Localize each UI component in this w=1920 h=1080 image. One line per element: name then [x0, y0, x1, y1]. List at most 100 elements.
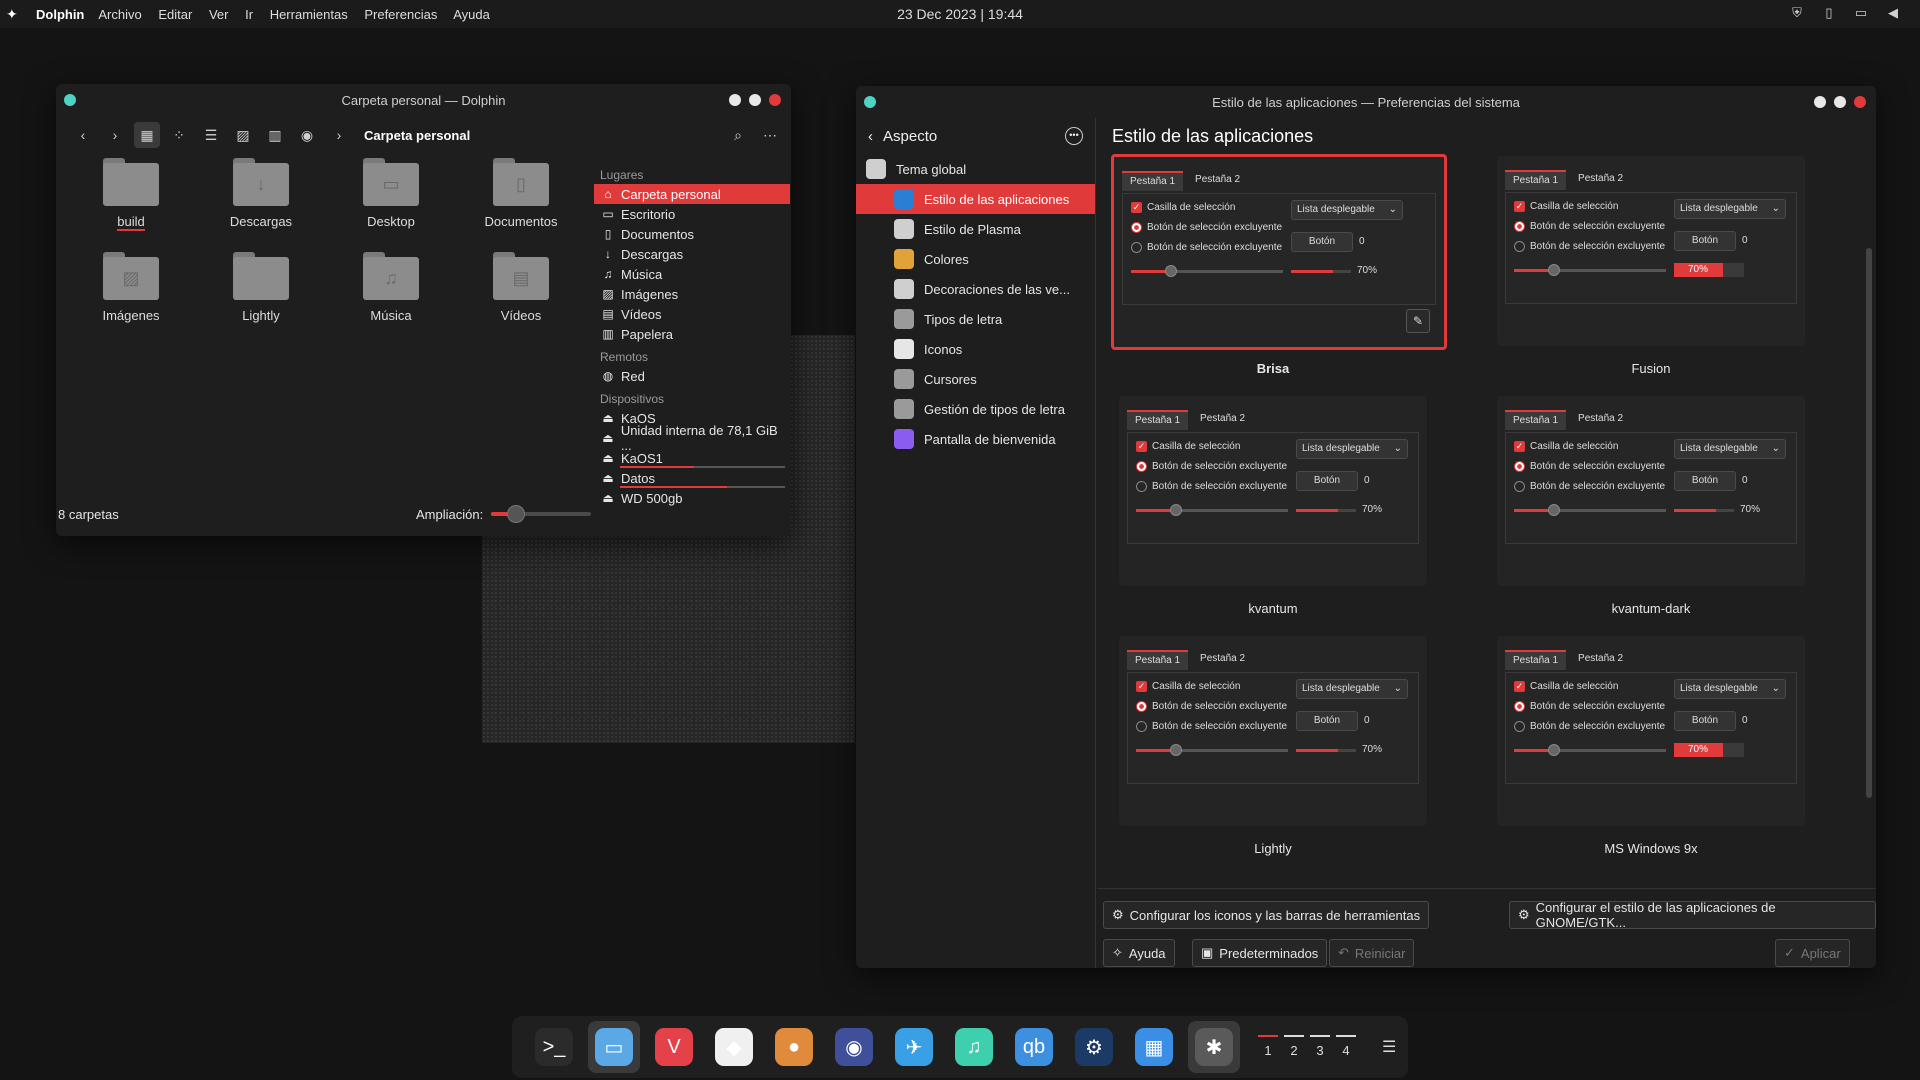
- breadcrumb[interactable]: Carpeta personal: [364, 128, 470, 143]
- gimp-icon[interactable]: ●: [768, 1021, 820, 1073]
- folder-item[interactable]: Lightly: [206, 252, 316, 323]
- pin-icon[interactable]: [64, 94, 76, 106]
- kdeconnect-icon[interactable]: ✈: [888, 1021, 940, 1073]
- menu-editar[interactable]: Editar: [158, 7, 192, 22]
- clock-text[interactable]: 23 Dec 2023 | 19:44: [897, 6, 1023, 22]
- place-trash[interactable]: ▥ Papelera: [594, 324, 790, 344]
- shield-icon[interactable]: ⛨: [1788, 4, 1806, 22]
- menu-ir[interactable]: Ir: [245, 7, 253, 22]
- desktop-2[interactable]: 2: [1284, 1034, 1304, 1058]
- network-icon[interactable]: ▭: [1852, 4, 1870, 22]
- sidebar-item-icons[interactable]: Iconos: [856, 334, 1095, 364]
- search-icon[interactable]: ⌕: [725, 122, 751, 148]
- volume-icon[interactable]: ◀: [1884, 4, 1902, 22]
- place-network[interactable]: ◍ Red: [594, 366, 790, 386]
- style-card[interactable]: Pestaña 1 Pestaña 2 ✓ Casilla de selección B…: [1109, 154, 1447, 396]
- device-item[interactable]: ⏏ Unidad interna de 78,1 GiB ...: [594, 423, 790, 453]
- close-button[interactable]: [769, 94, 781, 106]
- sidebar-item-splash[interactable]: Pantalla de bienvenida: [856, 424, 1095, 454]
- style-card[interactable]: Pestaña 1 Pestaña 2 ✓ Casilla de selección B…: [1109, 396, 1437, 636]
- menu-preferencias[interactable]: Preferencias: [364, 7, 437, 22]
- minimize-button[interactable]: [1814, 96, 1826, 108]
- details-view-icon[interactable]: ☰: [198, 122, 224, 148]
- discover-icon[interactable]: ▦: [1128, 1021, 1180, 1073]
- folder-item[interactable]: ↓ Descargas: [206, 158, 316, 229]
- help-button[interactable]: ✧ Ayuda: [1103, 939, 1175, 967]
- back-icon[interactable]: ‹: [868, 128, 873, 145]
- menu-ayuda[interactable]: Ayuda: [453, 7, 490, 22]
- defaults-button[interactable]: ▣ Predeterminados: [1192, 939, 1328, 967]
- icons-view-icon[interactable]: ▦: [134, 122, 160, 148]
- forward-icon[interactable]: ›: [102, 122, 128, 148]
- style-card[interactable]: Pestaña 1 Pestaña 2 ✓ Casilla de selección B…: [1109, 636, 1437, 876]
- desktop-4[interactable]: 4: [1336, 1034, 1356, 1058]
- place-home[interactable]: ⌂ Carpeta personal: [594, 184, 790, 204]
- style-card[interactable]: Pestaña 1 Pestaña 2 ✓ Casilla de selección B…: [1487, 396, 1815, 636]
- inkscape-icon[interactable]: ◆: [708, 1021, 760, 1073]
- terminal-icon[interactable]: >_: [528, 1021, 580, 1073]
- minimize-button[interactable]: [729, 94, 741, 106]
- menu-herramientas[interactable]: Herramientas: [270, 7, 348, 22]
- desktop-3[interactable]: 3: [1310, 1034, 1330, 1058]
- sidebar-item-font-management[interactable]: Gestión de tipos de letra: [856, 394, 1095, 424]
- maximize-button[interactable]: [1834, 96, 1846, 108]
- folder-item[interactable]: ▭ Desktop: [336, 158, 446, 229]
- apply-button[interactable]: ✓ Aplicar: [1775, 939, 1850, 967]
- style-card[interactable]: Pestaña 1 Pestaña 2 ✓ Casilla de selección B…: [1487, 156, 1815, 396]
- audio-app-icon[interactable]: ◉: [828, 1021, 880, 1073]
- place-pictures[interactable]: ▨ Imágenes: [594, 284, 790, 304]
- menu-archivo[interactable]: Archivo: [98, 7, 141, 22]
- sidebar-item-app-style[interactable]: Estilo de las aplicaciones: [856, 184, 1095, 214]
- compact-view-icon[interactable]: ⁘: [166, 122, 192, 148]
- close-button[interactable]: [1854, 96, 1866, 108]
- device-item[interactable]: ⏏ WD 500gb: [594, 488, 790, 508]
- sidebar-item-global-theme[interactable]: Tema global: [856, 154, 1095, 184]
- configure-icons-toolbars-button[interactable]: ⚙ Configurar los iconos y las barras de h…: [1103, 901, 1430, 929]
- sidebar-item-window-decorations[interactable]: Decoraciones de las ve...: [856, 274, 1095, 304]
- split-view-icon[interactable]: ▥: [262, 122, 288, 148]
- device-item[interactable]: ⏏ Datos: [594, 468, 790, 488]
- style-card[interactable]: Pestaña 1 Pestaña 2 ✓ Casilla de selección B…: [1487, 636, 1815, 876]
- sidebar-item-plasma-style[interactable]: Estilo de Plasma: [856, 214, 1095, 244]
- file-manager-icon[interactable]: ▭: [588, 1021, 640, 1073]
- back-icon[interactable]: ‹: [70, 122, 96, 148]
- back-label[interactable]: Aspecto: [883, 128, 937, 145]
- zoom-slider[interactable]: [491, 505, 592, 523]
- edit-icon[interactable]: ✎: [1406, 309, 1430, 333]
- scrollbar[interactable]: [1866, 248, 1872, 798]
- menu-icon[interactable]: ⋯: [757, 122, 783, 148]
- file-view[interactable]: build ↓ Descargas ▭ Desktop ▯ Documentos ▨ I…: [56, 154, 591, 494]
- music-icon[interactable]: ♫: [948, 1021, 1000, 1073]
- menu-ver[interactable]: Ver: [209, 7, 229, 22]
- folder-item[interactable]: ▤ Vídeos: [466, 252, 576, 323]
- configure-gtk-button[interactable]: ⚙ Configurar el estilo de las aplicacione…: [1509, 900, 1876, 930]
- folder-item[interactable]: ♫ Música: [336, 252, 446, 323]
- device-item[interactable]: ⏏ KaOS1: [594, 448, 790, 468]
- qbittorrent-icon[interactable]: qb: [1008, 1021, 1060, 1073]
- folder-item[interactable]: ▯ Documentos: [466, 158, 576, 229]
- clipboard-icon[interactable]: ▯: [1820, 4, 1838, 22]
- task-manager-icon[interactable]: ☰: [1382, 1037, 1396, 1057]
- app-launcher-icon[interactable]: ✦: [6, 6, 28, 23]
- preview-icon[interactable]: ▨: [230, 122, 256, 148]
- settings-titlebar[interactable]: Estilo de las aplicaciones — Preferencia…: [856, 86, 1876, 118]
- desktop-1[interactable]: 1: [1258, 1034, 1278, 1058]
- place-videos[interactable]: ▤ Vídeos: [594, 304, 790, 324]
- more-options-icon[interactable]: •••: [1065, 127, 1083, 145]
- place-music[interactable]: ♫ Música: [594, 264, 790, 284]
- place-desktop[interactable]: ▭ Escritorio: [594, 204, 790, 224]
- folder-item[interactable]: build: [76, 158, 186, 231]
- system-settings-icon[interactable]: ✱: [1188, 1021, 1240, 1073]
- vivaldi-icon[interactable]: V: [648, 1021, 700, 1073]
- show-hidden-icon[interactable]: ◉: [294, 122, 320, 148]
- place-downloads[interactable]: ↓ Descargas: [594, 244, 790, 264]
- sidebar-item-colors[interactable]: Colores: [856, 244, 1095, 274]
- zoom-knob[interactable]: [507, 505, 526, 523]
- steam-icon[interactable]: ⚙: [1068, 1021, 1120, 1073]
- sidebar-item-fonts[interactable]: Tipos de letra: [856, 304, 1095, 334]
- folder-item[interactable]: ▨ Imágenes: [76, 252, 186, 323]
- maximize-button[interactable]: [749, 94, 761, 106]
- dolphin-titlebar[interactable]: Carpeta personal — Dolphin: [56, 84, 791, 116]
- place-documents[interactable]: ▯ Documentos: [594, 224, 790, 244]
- pin-icon[interactable]: [864, 96, 876, 108]
